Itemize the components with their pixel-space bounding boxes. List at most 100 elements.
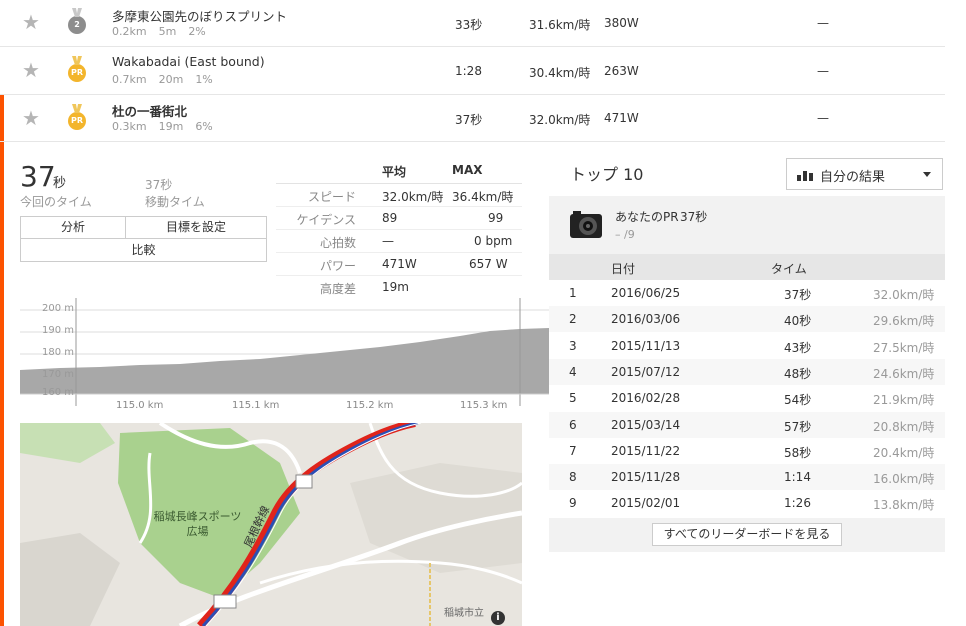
leaderboard-time: 40秒 [784, 314, 812, 329]
view-all-leaderboards-button[interactable]: すべてのリーダーボードを見る [652, 523, 842, 546]
your-pr-label: あなたのPR [615, 210, 679, 224]
y-tick: 190 m [42, 325, 75, 336]
leaderboard-date: 2016/02/28 [611, 391, 681, 406]
leaderboard-row[interactable]: 4 2015/07/12 48秒 24.6km/時 [549, 358, 945, 385]
stat-avg-elevation: 19m [382, 280, 409, 294]
leaderboard-time: 48秒 [784, 366, 812, 381]
leaderboard-rank: 9 [569, 496, 577, 511]
segment-row-selected[interactable]: ★ PR 杜の一番街北 0.3km 19m 6% 37秒 32.0km/時 471W… [0, 95, 945, 142]
leaderboard-speed: 20.8km/時 [873, 419, 935, 434]
stat-avg-cadence: 89 [382, 211, 398, 225]
elevation-profile-svg [20, 298, 549, 406]
stat-label-cadence: ケイデンス [296, 213, 356, 227]
elevation-chart[interactable]: 200 m 190 m 180 m 170 m 160 m 115.0 km 1… [20, 298, 549, 412]
segment-name[interactable]: 杜の一番街北 [112, 101, 187, 120]
segment-elevation: 5m [158, 25, 177, 38]
elapsed-time-value: 37 [20, 160, 56, 193]
leaderboard-row[interactable]: 6 2015/03/14 57秒 20.8km/時 [549, 411, 945, 438]
compare-button[interactable]: 比較 [20, 238, 267, 262]
leaderboard-speed: 29.6km/時 [873, 314, 935, 329]
y-tick: 200 m [42, 303, 75, 314]
results-filter-dropdown[interactable]: 自分の結果 [786, 158, 943, 190]
leaderboard-time: 54秒 [784, 393, 812, 408]
leaderboard-date: 2015/02/01 [611, 496, 681, 511]
camera-avatar-icon [568, 208, 604, 240]
x-tick: 115.1 km [232, 400, 280, 411]
leaderboard-speed: 16.0km/時 [873, 472, 935, 487]
segment-name[interactable]: Wakabadai (East bound) [112, 54, 265, 69]
leaderboard-row[interactable]: 1 2016/06/25 37秒 32.0km/時 [549, 280, 945, 306]
segment-distance: 0.2km [112, 25, 147, 38]
caret-down-icon [923, 172, 931, 177]
set-goal-button[interactable]: 目標を設定 [125, 216, 267, 239]
leaderboard-time: 1:26 [784, 496, 811, 511]
segment-grade: 6% [195, 120, 213, 133]
leaderboard-row[interactable]: 5 2016/02/28 54秒 21.9km/時 [549, 385, 945, 412]
segment-grade: 2% [188, 25, 206, 38]
leaderboard-date: 2015/07/12 [611, 364, 681, 379]
stat-label-power: パワー [319, 259, 356, 273]
elapsed-time-unit: 秒 [53, 176, 67, 191]
leaderboard-date: 2015/11/28 [611, 470, 681, 485]
stats-header-max: MAX [452, 163, 483, 177]
leaderboard-date: 2015/11/13 [611, 338, 681, 353]
star-icon[interactable]: ★ [22, 58, 40, 82]
star-icon[interactable]: ★ [22, 10, 40, 34]
elapsed-time-label: 今回のタイム [20, 195, 92, 209]
map-info-icon[interactable]: i [491, 611, 505, 625]
x-tick: 115.3 km [460, 400, 508, 411]
leaderboard-speed: 20.4km/時 [873, 445, 935, 460]
x-tick: 115.2 km [346, 400, 394, 411]
map-svg [20, 423, 522, 626]
leaderboard-rank: 5 [569, 391, 577, 406]
segment-row[interactable]: ★ PR Wakabadai (East bound) 0.7km 20m 1% 1… [0, 47, 945, 95]
leaderboard-row[interactable]: 3 2015/11/13 43秒 27.5km/時 [549, 332, 945, 359]
y-tick: 180 m [42, 347, 75, 358]
y-tick: 160 m [42, 387, 75, 398]
star-icon[interactable]: ★ [22, 106, 40, 130]
segment-name[interactable]: 多摩東公園先のぼりスプリント [112, 6, 287, 25]
pr-medal-icon: PR [68, 64, 86, 82]
segment-distance: 0.3km [112, 120, 147, 133]
leaderboard-rank: 7 [569, 443, 577, 458]
leaderboard-time: 58秒 [784, 445, 812, 460]
segment-pr: — [817, 16, 829, 30]
moving-time-label: 移動タイム [145, 195, 205, 209]
stat-max-cadence: 99 [488, 211, 504, 225]
stat-max-power: 657 W [469, 257, 508, 271]
segment-power: 263W [604, 64, 639, 78]
stat-max-heartrate: 0 bpm [474, 234, 513, 248]
stat-label-speed: スピード [307, 190, 356, 204]
segment-time: 37秒 [455, 113, 483, 127]
leaderboard-row[interactable]: 2 2016/03/06 40秒 29.6km/時 [549, 306, 945, 333]
leaderboard-speed: 13.8km/時 [873, 498, 935, 513]
leaderboard-speed: 27.5km/時 [873, 340, 935, 355]
dropdown-label: 自分の結果 [820, 170, 886, 185]
stat-max-speed: 36.4km/時 [452, 190, 514, 204]
elevation-area [20, 328, 549, 394]
segment-pr: — [817, 64, 829, 78]
leaderboard-speed: 24.6km/時 [873, 366, 935, 381]
segment-time: 1:28 [455, 64, 482, 78]
leaderboard-time: 37秒 [784, 288, 812, 302]
stats-header-avg: 平均 [382, 165, 407, 179]
stat-label-heartrate: 心拍数 [319, 236, 356, 250]
leaderboard-rank: 2 [569, 312, 577, 327]
segment-grade: 1% [195, 73, 213, 86]
analysis-button[interactable]: 分析 [20, 216, 126, 239]
silver-medal-icon: 2 [68, 16, 86, 34]
leaderboard-row[interactable]: 7 2015/11/22 58秒 20.4km/時 [549, 437, 945, 464]
segment-map[interactable]: 稲城長峰スポーツ広場 尾根幹線 稲城市立 i [20, 423, 522, 626]
stat-avg-heartrate: — [382, 234, 394, 248]
leaderboard-time: 57秒 [784, 419, 812, 434]
leaderboard-row[interactable]: 9 2015/02/01 1:26 13.8km/時 [549, 490, 945, 517]
moving-time-value: 37秒 [145, 178, 173, 192]
segment-row[interactable]: ★ 2 多摩東公園先のぼりスプリント 0.2km 5m 2% 33秒 31.6km/… [0, 0, 945, 47]
leaderboard-rank: 3 [569, 338, 577, 353]
leaderboard-row[interactable]: 8 2015/11/28 1:14 16.0km/時 [549, 464, 945, 491]
your-pr-time: 37秒 [680, 210, 708, 224]
segment-elevation: 19m [158, 120, 184, 133]
x-tick: 115.0 km [116, 400, 164, 411]
segment-time: 33秒 [455, 18, 483, 32]
bar-chart-icon [797, 169, 813, 181]
